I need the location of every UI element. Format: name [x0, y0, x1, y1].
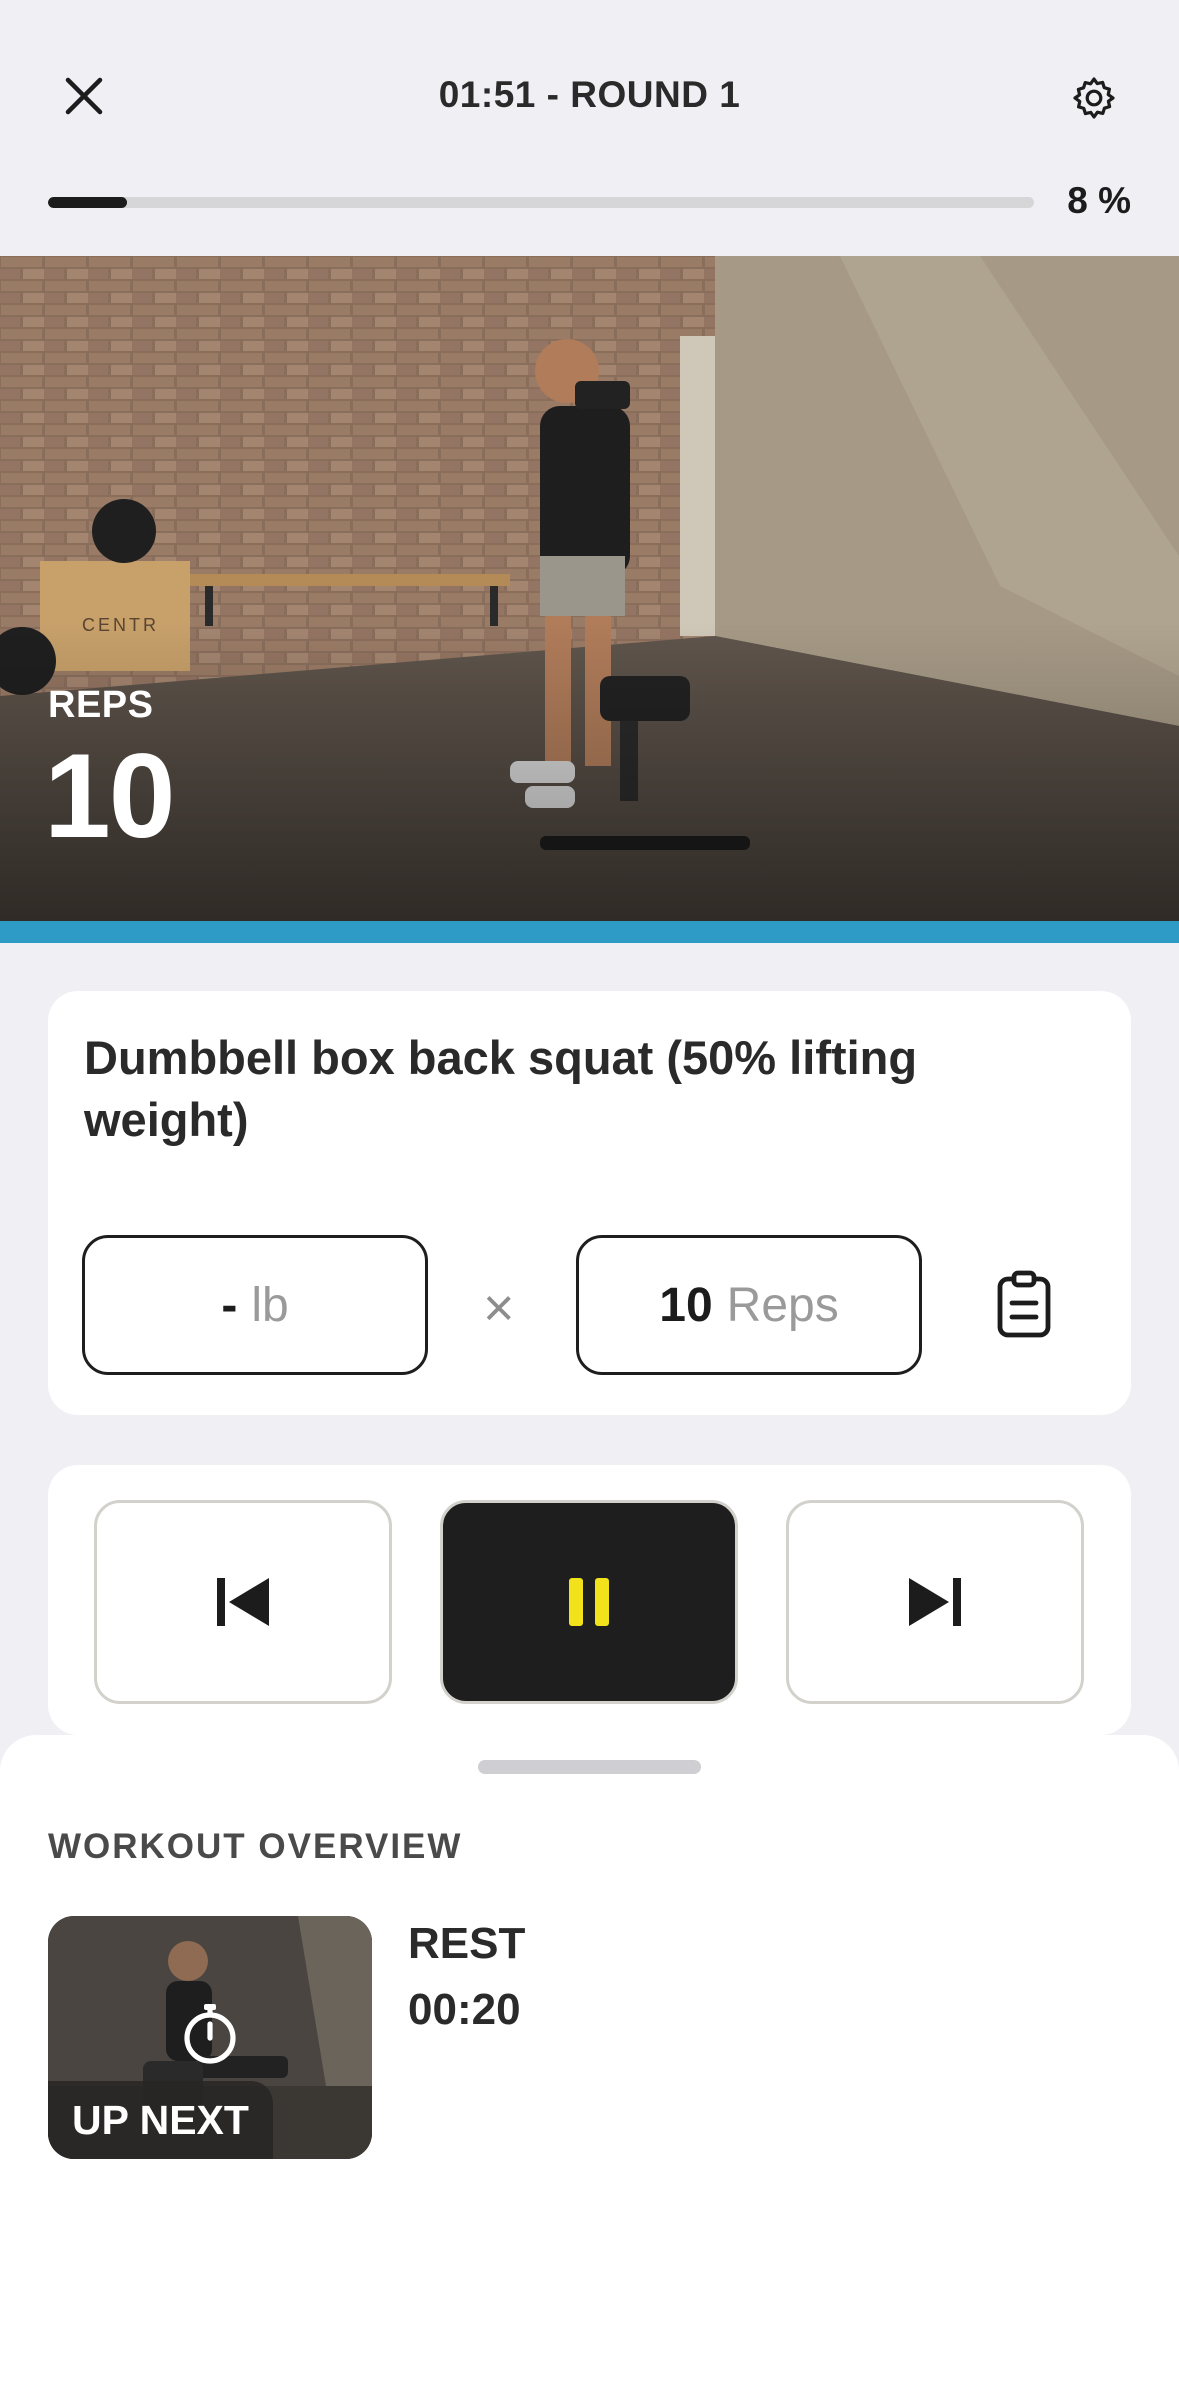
next-exercise-duration: 00:20 [408, 1985, 521, 2034]
sheet-drag-handle[interactable] [478, 1760, 701, 1774]
previous-button[interactable] [94, 1500, 392, 1704]
reps-count: 10 [44, 729, 175, 863]
timer-round-title: 01:51 - ROUND 1 [438, 74, 741, 115]
gear-icon [1073, 77, 1115, 119]
reps-input[interactable]: 10 Reps [576, 1235, 922, 1375]
skip-previous-icon [217, 1578, 269, 1626]
pause-button[interactable] [440, 1500, 738, 1704]
up-next-thumbnail[interactable]: UP NEXT [48, 1916, 372, 2159]
exercise-video[interactable]: CENTR REPS 10 [0, 256, 1179, 921]
times-symbol: × [483, 1278, 515, 1338]
reps-input-value: 10 [659, 1278, 713, 1332]
reps-input-unit: Reps [726, 1278, 839, 1332]
exercise-name: Dumbbell box back squat (50% lifting wei… [84, 1031, 918, 1146]
workout-header: 01:51 - ROUND 1 8 % [0, 0, 1179, 256]
workout-overview-title: WORKOUT OVERVIEW [48, 1827, 463, 1866]
settings-button[interactable] [1056, 60, 1132, 136]
video-progress-bar [0, 921, 1179, 943]
reps-label: REPS [48, 684, 154, 726]
exercise-video-frame: CENTR [0, 256, 1179, 921]
weight-unit: lb [251, 1278, 289, 1332]
next-exercise-name: REST [408, 1919, 526, 1968]
playback-controls [48, 1465, 1131, 1735]
pause-icon [569, 1578, 609, 1626]
exercise-card: Dumbbell box back squat (50% lifting wei… [48, 991, 1131, 1415]
workout-progress-fill [48, 197, 127, 208]
up-next-label: UP NEXT [48, 2081, 273, 2159]
weight-input[interactable]: - lb [82, 1235, 428, 1375]
progress-percent-label: 8 % [1067, 180, 1131, 221]
stopwatch-icon [184, 2004, 236, 2064]
workout-progress-bar [48, 197, 1034, 208]
next-button[interactable] [786, 1500, 1084, 1704]
skip-next-icon [909, 1578, 961, 1626]
workout-overview-sheet[interactable]: WORKOUT OVERVIEW UP NEXT REST 00:20 [0, 1735, 1179, 2396]
weight-value: - [221, 1278, 238, 1332]
log-button[interactable] [992, 1269, 1056, 1341]
clipboard-icon [997, 1270, 1051, 1338]
